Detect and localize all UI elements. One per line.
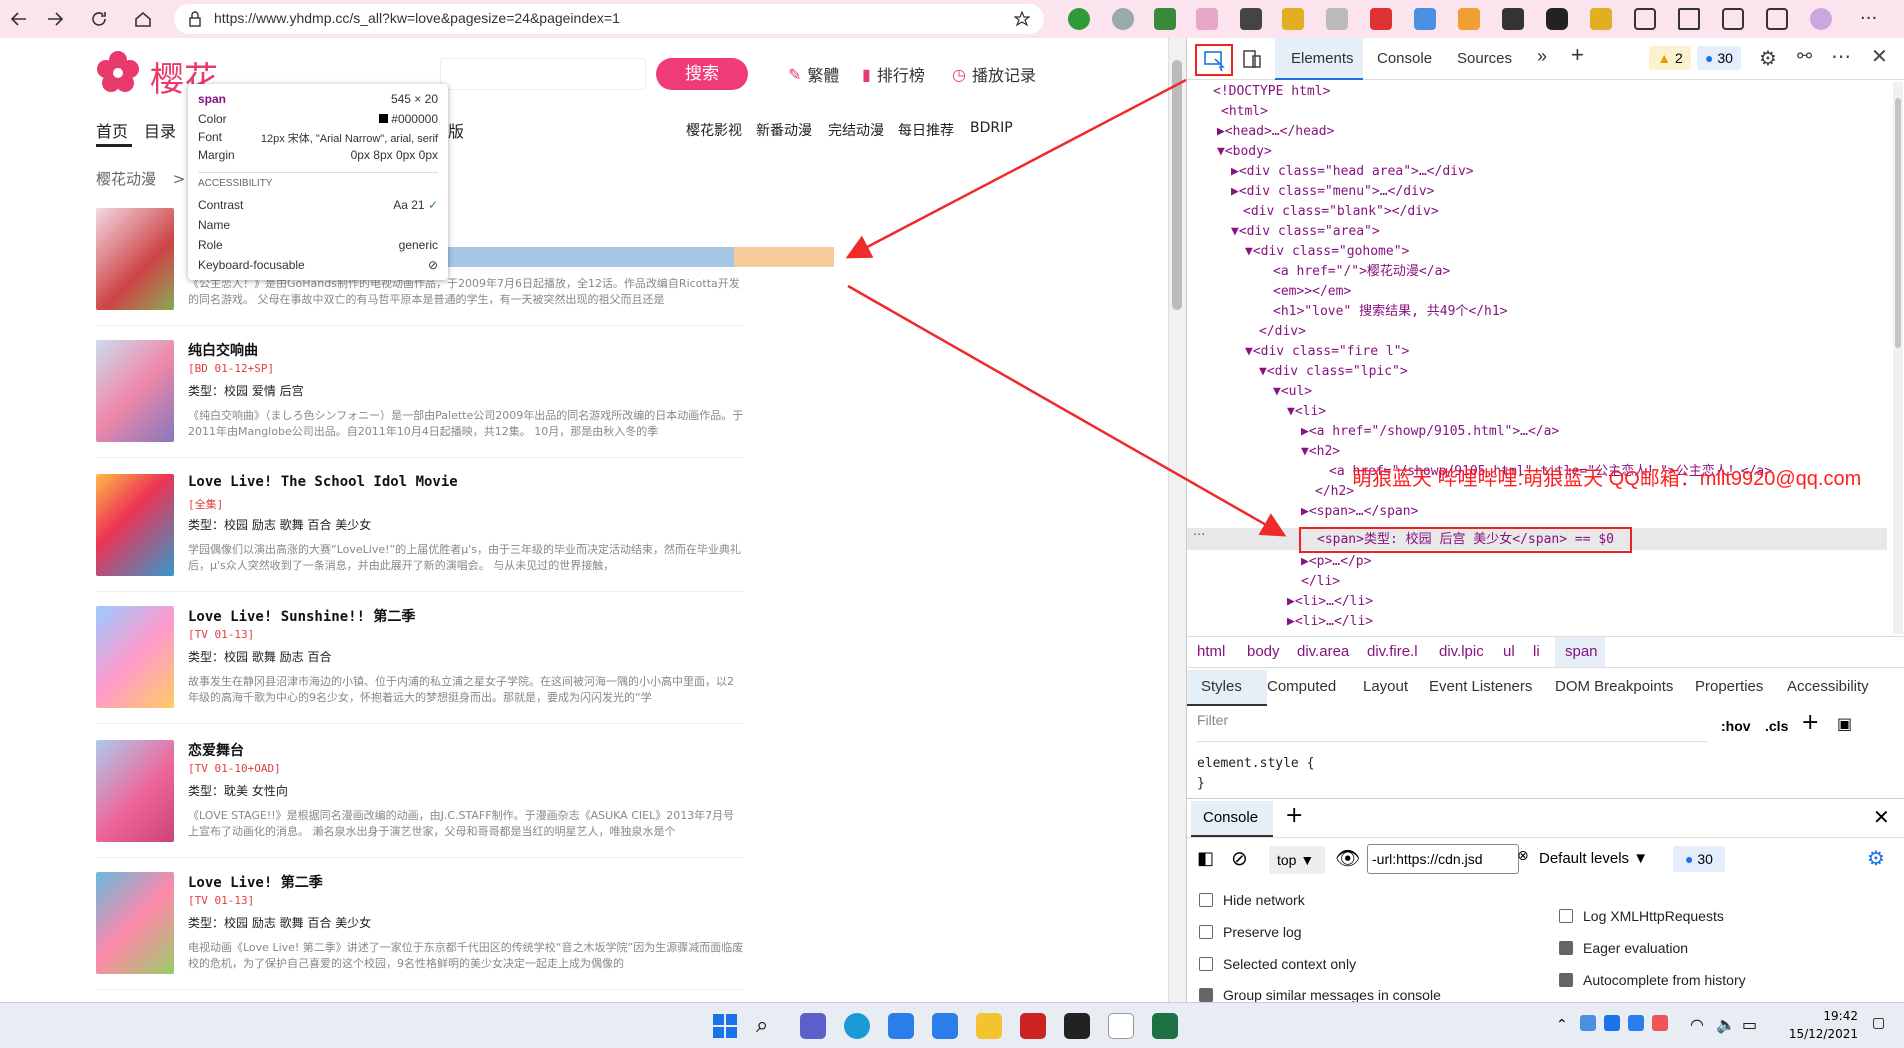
arrow-to-dom [847, 284, 1287, 537]
tray-chevron-icon[interactable]: ⌃ [1556, 1017, 1568, 1033]
typora-icon[interactable] [1108, 1013, 1134, 1039]
teams-icon[interactable] [800, 1013, 826, 1039]
windows-start-icon[interactable] [712, 1013, 738, 1039]
clock-date[interactable]: 15/12/2021 [1786, 1027, 1858, 1041]
todo-icon[interactable] [932, 1013, 958, 1039]
battery-icon[interactable]: ▭ [1742, 1015, 1757, 1034]
clock-time[interactable]: 19:42 [1800, 1009, 1858, 1023]
tray-icon[interactable] [1628, 1015, 1644, 1031]
arrow-to-page [845, 78, 1187, 259]
notification-icon[interactable]: ▢ [1872, 1015, 1885, 1031]
app-m-icon[interactable] [1020, 1013, 1046, 1039]
pycharm-icon[interactable] [1064, 1013, 1090, 1039]
search-icon[interactable]: ⌕ [756, 1013, 782, 1039]
volume-icon[interactable]: 🔈 [1716, 1015, 1736, 1034]
app-l-icon[interactable] [888, 1013, 914, 1039]
excel-icon[interactable] [1152, 1013, 1178, 1039]
watermark-text: 萌狼蓝天 哔哩哔哩:萌狼蓝天 QQ邮箱：mllt9920@qq.com [1352, 468, 1862, 490]
annotation-arrows [845, 78, 1287, 537]
tray-icon[interactable] [1604, 1015, 1620, 1031]
edge-icon[interactable] [844, 1013, 870, 1039]
taskbar: ⌕ ⌃ ◠ 🔈 ▭ 19:42 15/12/2021 ▢ [0, 1002, 1904, 1048]
tray-icon[interactable] [1580, 1015, 1596, 1031]
file-explorer-icon[interactable] [976, 1013, 1002, 1039]
wifi-icon[interactable]: ◠ [1690, 1015, 1704, 1034]
tray-icon[interactable] [1652, 1015, 1668, 1031]
